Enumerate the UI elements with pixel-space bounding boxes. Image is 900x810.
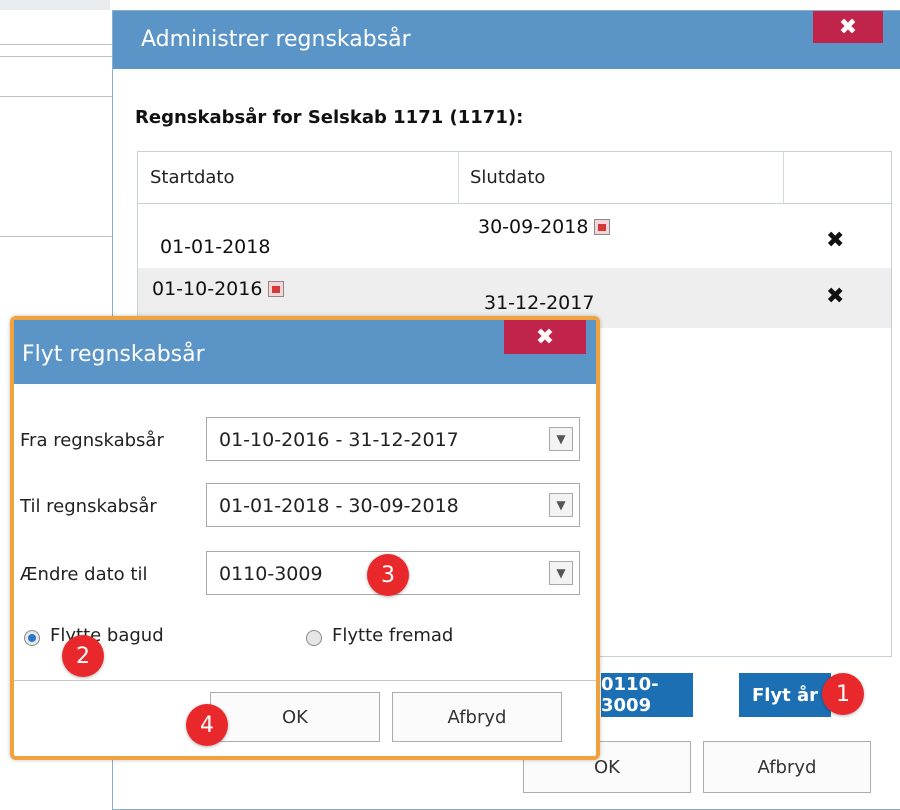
dropdown-arrow-icon[interactable]: ▼: [549, 427, 573, 451]
aendre-dato-label: Ændre dato til: [20, 564, 148, 585]
table-row[interactable]: 01-01-2018 30-09-2018 ✖: [138, 208, 891, 268]
background-toolbar-strip: [0, 0, 110, 10]
close-button[interactable]: ✖: [504, 320, 586, 354]
close-icon: ✖: [838, 14, 858, 40]
fra-regnskabsaar-label: Fra regnskabsår: [20, 430, 164, 451]
flyt-regnskabsaar-dialog: Flyt regnskabsår ✖ Fra regnskabsår 01-10…: [10, 316, 600, 760]
footer-divider: [14, 680, 596, 681]
close-icon: ✖: [535, 324, 555, 350]
radio-flytte-fremad-label[interactable]: Flytte fremad: [332, 625, 453, 646]
move-year-button[interactable]: Flyt år: [739, 673, 831, 717]
grid-header: Startdato Slutdato: [138, 152, 891, 204]
flyt-ok-button[interactable]: OK: [210, 692, 380, 742]
step-marker-3: 3: [367, 554, 409, 596]
cancel-button[interactable]: Afbryd: [703, 741, 871, 793]
column-header-startdato[interactable]: Startdato: [138, 152, 458, 204]
fra-regnskabsaar-select[interactable]: 01-10-2016 - 31-12-2017 ▼: [206, 417, 580, 461]
cell-slutdato[interactable]: 30-09-2018: [478, 216, 611, 238]
dialog-header: Administrer regnskabsår ✖: [113, 11, 900, 69]
change-date-button[interactable]: 0110-3009: [601, 673, 693, 717]
column-header-actions: [783, 152, 893, 204]
calendar-icon[interactable]: [268, 281, 285, 297]
aendre-dato-value: 0110-3009: [219, 563, 323, 585]
background-divider: [0, 56, 112, 57]
flyt-cancel-button[interactable]: Afbryd: [392, 692, 562, 742]
company-subtitle: Regnskabsår for Selskab 1171 (1171):: [135, 107, 524, 128]
background-divider: [0, 44, 112, 45]
cell-startdato-value: 01-10-2016: [152, 278, 263, 300]
step-marker-1: 1: [822, 673, 864, 715]
radio-flytte-fremad[interactable]: [306, 630, 322, 646]
step-marker-4: 4: [186, 704, 228, 746]
cell-startdato: 01-01-2018: [160, 236, 271, 258]
cell-slutdato: 31-12-2017: [484, 292, 595, 314]
dialog-header: Flyt regnskabsår ✖: [14, 320, 596, 384]
dropdown-arrow-icon[interactable]: ▼: [549, 493, 573, 517]
column-header-slutdato[interactable]: Slutdato: [458, 152, 783, 204]
til-regnskabsaar-select[interactable]: 01-01-2018 - 30-09-2018 ▼: [206, 483, 580, 527]
delete-icon[interactable]: ✖: [826, 228, 844, 253]
cell-slutdato-value: 30-09-2018: [478, 216, 589, 238]
fra-regnskabsaar-value: 01-10-2016 - 31-12-2017: [219, 429, 459, 451]
background-divider: [0, 96, 112, 97]
dialog-title: Flyt regnskabsår: [22, 342, 205, 367]
close-button[interactable]: ✖: [813, 11, 883, 43]
step-marker-2: 2: [62, 635, 104, 677]
cell-startdato[interactable]: 01-10-2016: [152, 278, 285, 300]
til-regnskabsaar-value: 01-01-2018 - 30-09-2018: [219, 495, 459, 517]
radio-flytte-bagud[interactable]: [24, 630, 40, 646]
dialog-title: Administrer regnskabsår: [141, 27, 411, 52]
dropdown-arrow-icon[interactable]: ▼: [549, 561, 573, 585]
delete-icon[interactable]: ✖: [826, 284, 844, 309]
calendar-icon[interactable]: [594, 219, 611, 235]
background-divider: [0, 236, 112, 237]
til-regnskabsaar-label: Til regnskabsår: [20, 496, 157, 517]
